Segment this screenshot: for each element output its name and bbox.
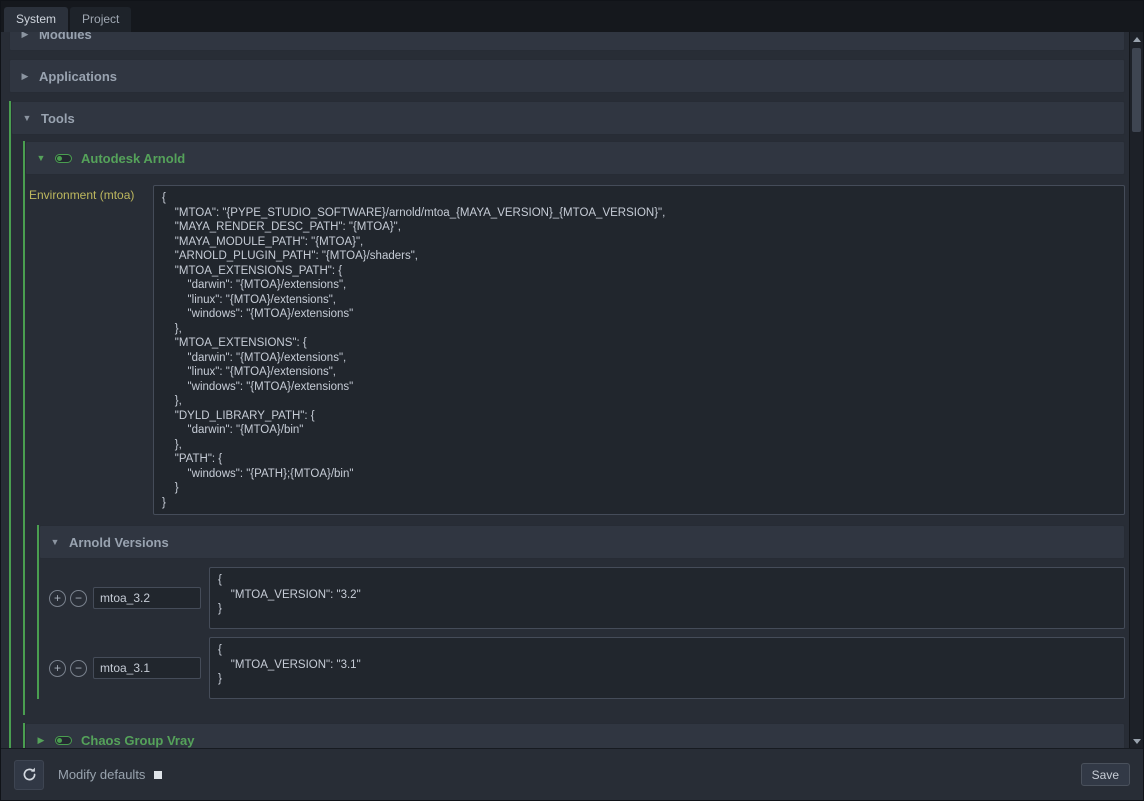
chevron-down-icon: ▼: [36, 153, 46, 163]
modify-defaults-label: Modify defaults: [58, 767, 145, 782]
chaos-group-vray-group: ▶ Chaos Group Vray: [23, 723, 1125, 748]
tool-enabled-toggle-icon[interactable]: [55, 154, 72, 163]
footer-bar: Modify defaults Save: [1, 748, 1143, 800]
arnold-versions-group: ▼ Arnold Versions + − { "MTOA_VERSION": …: [37, 525, 1125, 699]
version-key-input[interactable]: [93, 657, 201, 679]
chevron-right-icon: ▶: [36, 735, 46, 746]
tools-group: ▼ Tools ▼ Autodesk Arnold Environment (m…: [9, 101, 1125, 748]
section-header-modules[interactable]: ▶ Modules: [9, 32, 1125, 51]
environment-mtoa-textarea[interactable]: { "MTOA": "{PYPE_STUDIO_SOFTWARE}/arnold…: [153, 185, 1125, 515]
tab-bar: System Project: [1, 1, 1143, 32]
chevron-down-icon: ▼: [22, 113, 32, 123]
scroll-up-arrow-icon[interactable]: [1130, 32, 1143, 46]
autodesk-arnold-body: Environment (mtoa) { "MTOA": "{PYPE_STUD…: [25, 175, 1125, 715]
chevron-right-icon: ▶: [20, 32, 30, 40]
autodesk-arnold-group: ▼ Autodesk Arnold Environment (mtoa) { "…: [23, 141, 1125, 715]
section-applications-label: Applications: [39, 69, 117, 84]
environment-mtoa-label: Environment (mtoa): [29, 185, 153, 202]
chaos-group-vray-label: Chaos Group Vray: [81, 733, 194, 748]
settings-content: ▶ Modules ▶ Applications ▼ Tools ▼: [1, 32, 1143, 748]
section-header-autodesk-arnold[interactable]: ▼ Autodesk Arnold: [25, 141, 1125, 175]
section-modules-label: Modules: [39, 32, 92, 42]
tools-body: ▼ Autodesk Arnold Environment (mtoa) { "…: [11, 135, 1125, 748]
section-tools-label: Tools: [41, 111, 75, 126]
add-version-button[interactable]: +: [49, 590, 66, 607]
add-version-button[interactable]: +: [49, 660, 66, 677]
refresh-button[interactable]: [14, 760, 44, 790]
scrollbar-track[interactable]: [1130, 46, 1143, 734]
tab-project[interactable]: Project: [70, 7, 131, 32]
version-value-textarea[interactable]: { "MTOA_VERSION": "3.1" }: [209, 637, 1125, 699]
environment-row: Environment (mtoa) { "MTOA": "{PYPE_STUD…: [25, 185, 1125, 515]
save-button[interactable]: Save: [1081, 763, 1130, 786]
chevron-down-icon: ▼: [50, 537, 60, 547]
version-value-textarea[interactable]: { "MTOA_VERSION": "3.2" }: [209, 567, 1125, 629]
version-row: + − { "MTOA_VERSION": "3.2" }: [49, 567, 1125, 629]
section-header-tools[interactable]: ▼ Tools: [11, 101, 1125, 135]
settings-window: System Project ▶ Modules ▶ Applications …: [0, 0, 1144, 801]
remove-version-button[interactable]: −: [70, 590, 87, 607]
scrollbar[interactable]: [1129, 32, 1143, 748]
remove-version-button[interactable]: −: [70, 660, 87, 677]
version-row: + − { "MTOA_VERSION": "3.1" }: [49, 637, 1125, 699]
section-header-applications[interactable]: ▶ Applications: [9, 59, 1125, 93]
tool-enabled-toggle-icon[interactable]: [55, 736, 72, 745]
scroll-down-arrow-icon[interactable]: [1130, 734, 1143, 748]
section-header-arnold-versions[interactable]: ▼ Arnold Versions: [39, 525, 1125, 559]
modify-defaults-checkbox[interactable]: [154, 771, 162, 779]
arnold-versions-body: + − { "MTOA_VERSION": "3.2" } + −: [39, 559, 1125, 699]
section-header-chaos-group-vray[interactable]: ▶ Chaos Group Vray: [25, 723, 1125, 748]
refresh-icon: [21, 766, 38, 783]
autodesk-arnold-label: Autodesk Arnold: [81, 151, 185, 166]
scrollbar-thumb[interactable]: [1132, 48, 1141, 132]
chevron-right-icon: ▶: [20, 71, 30, 82]
arnold-versions-label: Arnold Versions: [69, 535, 169, 550]
settings-scroll-area: ▶ Modules ▶ Applications ▼ Tools ▼: [1, 32, 1129, 748]
version-key-input[interactable]: [93, 587, 201, 609]
tab-system[interactable]: System: [4, 7, 68, 32]
